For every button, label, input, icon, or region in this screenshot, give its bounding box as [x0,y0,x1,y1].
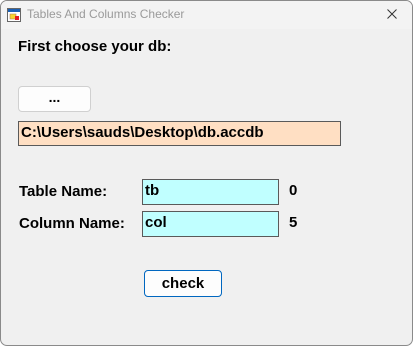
db-path-field[interactable]: C:\Users\sauds\Desktop\db.accdb [18,121,341,146]
close-button[interactable] [372,1,412,29]
table-name-label: Table Name: [19,183,108,200]
close-icon [387,6,397,24]
window-title: Tables And Columns Checker [27,7,185,21]
check-button[interactable]: check [144,270,222,297]
app-form-icon [7,8,21,22]
column-name-label: Column Name: [19,215,125,232]
column-count-value: 5 [289,214,298,231]
column-name-input[interactable]: col [142,211,279,237]
app-window: Tables And Columns Checker First choose … [0,0,413,346]
table-name-input[interactable]: tb [142,179,279,205]
title-bar[interactable]: Tables And Columns Checker [1,1,412,29]
choose-db-heading: First choose your db: [18,38,172,55]
table-count-value: 0 [289,182,298,199]
browse-db-button[interactable]: ... [18,86,91,112]
